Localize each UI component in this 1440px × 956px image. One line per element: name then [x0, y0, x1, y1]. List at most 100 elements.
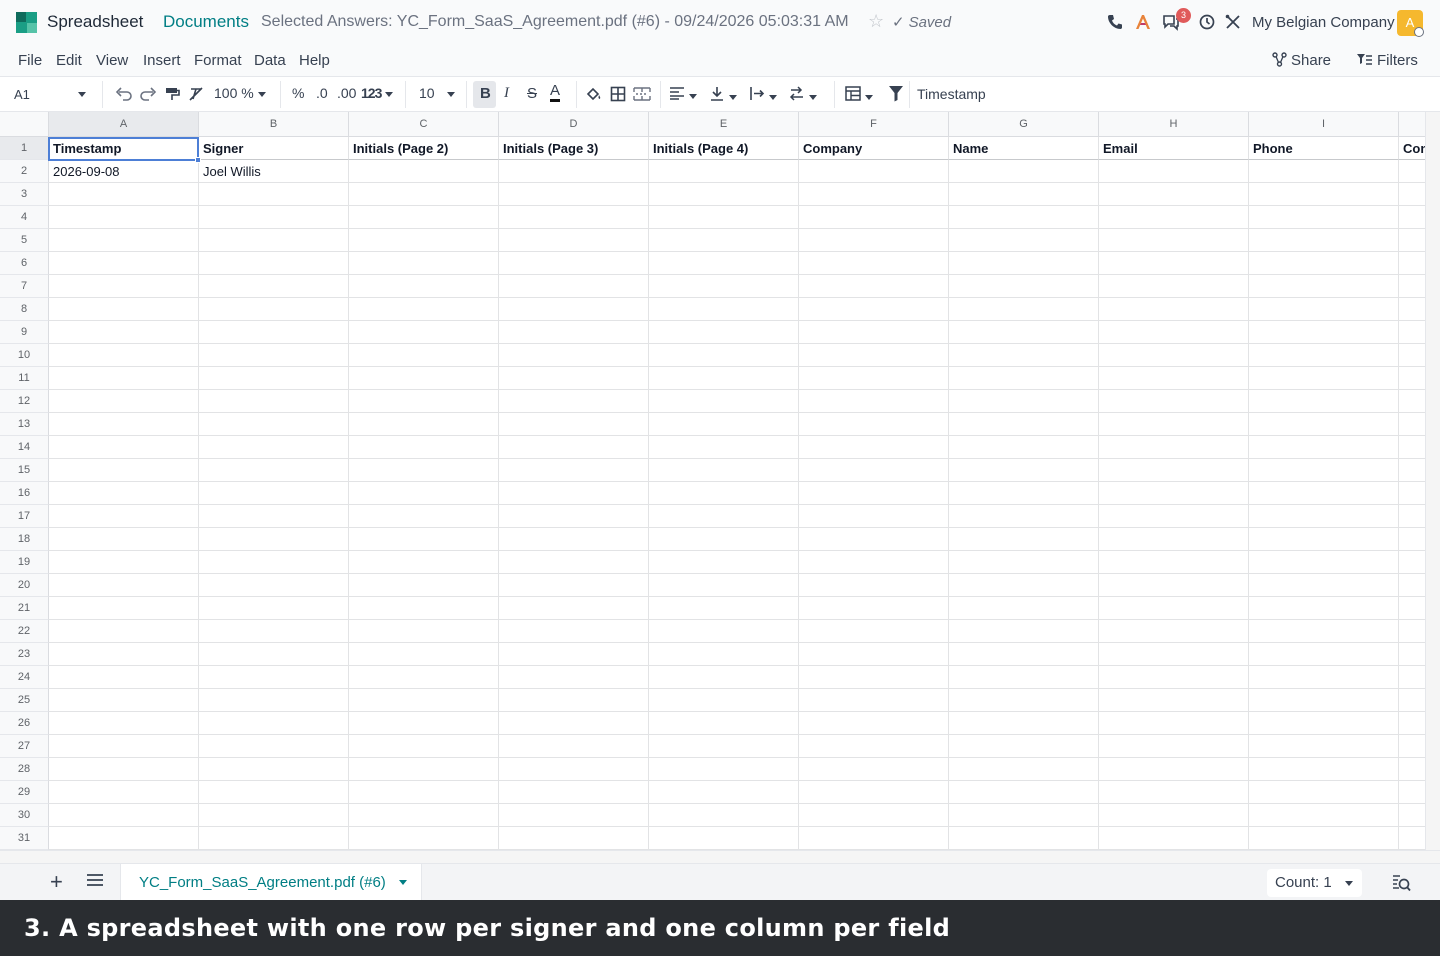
empty-cell[interactable] [949, 735, 1099, 758]
empty-cell[interactable] [1249, 597, 1399, 620]
empty-cell[interactable] [349, 712, 499, 735]
paint-format-icon[interactable] [164, 86, 180, 102]
data-cell[interactable] [949, 160, 1099, 183]
menu-file[interactable]: File [18, 52, 42, 69]
empty-cell[interactable] [199, 827, 349, 850]
empty-cell[interactable] [199, 229, 349, 252]
empty-cell[interactable] [349, 482, 499, 505]
empty-cell[interactable] [499, 229, 649, 252]
empty-cell[interactable] [499, 620, 649, 643]
row-header[interactable]: 29 [0, 781, 49, 804]
empty-cell[interactable] [499, 482, 649, 505]
empty-cell[interactable] [649, 367, 799, 390]
empty-cell[interactable] [1099, 689, 1249, 712]
empty-cell[interactable] [799, 827, 949, 850]
empty-cell[interactable] [49, 758, 199, 781]
empty-cell[interactable] [49, 183, 199, 206]
decrease-decimals-button[interactable]: .0 [316, 85, 328, 101]
empty-cell[interactable] [949, 298, 1099, 321]
empty-cell[interactable] [349, 804, 499, 827]
empty-cell[interactable] [649, 275, 799, 298]
row-header[interactable]: 23 [0, 643, 49, 666]
row-header[interactable]: 16 [0, 482, 49, 505]
empty-cell[interactable] [1249, 758, 1399, 781]
empty-cell[interactable] [649, 390, 799, 413]
add-sheet-button[interactable]: + [50, 870, 63, 894]
empty-cell[interactable] [799, 620, 949, 643]
empty-cell[interactable] [799, 758, 949, 781]
empty-cell[interactable] [1249, 505, 1399, 528]
empty-cell[interactable] [349, 643, 499, 666]
empty-cell[interactable] [649, 321, 799, 344]
empty-cell[interactable] [499, 781, 649, 804]
menu-insert[interactable]: Insert [143, 52, 181, 69]
row-header[interactable]: 18 [0, 528, 49, 551]
empty-cell[interactable] [349, 758, 499, 781]
empty-cell[interactable] [1399, 183, 1425, 206]
empty-cell[interactable] [949, 436, 1099, 459]
empty-cell[interactable] [1399, 574, 1425, 597]
empty-cell[interactable] [1099, 252, 1249, 275]
empty-cell[interactable] [199, 206, 349, 229]
empty-cell[interactable] [349, 229, 499, 252]
empty-cell[interactable] [649, 597, 799, 620]
chevron-down-icon[interactable] [399, 880, 407, 885]
empty-cell[interactable] [799, 183, 949, 206]
empty-cell[interactable] [949, 367, 1099, 390]
empty-cell[interactable] [949, 781, 1099, 804]
app-name[interactable]: Spreadsheet [47, 12, 143, 32]
empty-cell[interactable] [499, 712, 649, 735]
empty-cell[interactable] [199, 252, 349, 275]
empty-cell[interactable] [349, 459, 499, 482]
empty-cell[interactable] [649, 574, 799, 597]
data-cell[interactable] [799, 160, 949, 183]
empty-cell[interactable] [799, 482, 949, 505]
empty-cell[interactable] [49, 574, 199, 597]
column-header[interactable]: C [349, 112, 499, 137]
row-header[interactable]: 9 [0, 321, 49, 344]
breadcrumb-documents[interactable]: Documents [163, 12, 249, 32]
empty-cell[interactable] [949, 712, 1099, 735]
strikethrough-button[interactable]: S [527, 85, 537, 102]
empty-cell[interactable] [799, 252, 949, 275]
empty-cell[interactable] [499, 597, 649, 620]
row-header[interactable]: 19 [0, 551, 49, 574]
empty-cell[interactable] [1099, 344, 1249, 367]
row-header[interactable]: 15 [0, 459, 49, 482]
empty-cell[interactable] [499, 275, 649, 298]
empty-cell[interactable] [949, 321, 1099, 344]
empty-cell[interactable] [49, 229, 199, 252]
borders-icon[interactable] [610, 86, 626, 102]
column-header[interactable]: G [949, 112, 1099, 137]
empty-cell[interactable] [1099, 505, 1249, 528]
empty-cell[interactable] [799, 597, 949, 620]
empty-cell[interactable] [349, 252, 499, 275]
empty-cell[interactable] [49, 367, 199, 390]
empty-cell[interactable] [949, 643, 1099, 666]
empty-cell[interactable] [1399, 643, 1425, 666]
empty-cell[interactable] [49, 597, 199, 620]
phone-icon[interactable] [1105, 12, 1125, 32]
tools-icon[interactable] [1223, 12, 1243, 32]
empty-cell[interactable] [1399, 206, 1425, 229]
empty-cell[interactable] [349, 505, 499, 528]
empty-cell[interactable] [349, 321, 499, 344]
data-cell[interactable] [349, 160, 499, 183]
empty-cell[interactable] [799, 574, 949, 597]
empty-cell[interactable] [199, 597, 349, 620]
empty-cell[interactable] [949, 229, 1099, 252]
row-header[interactable]: 1 [0, 137, 49, 160]
empty-cell[interactable] [199, 482, 349, 505]
percent-format-button[interactable]: % [292, 85, 304, 101]
empty-cell[interactable] [799, 735, 949, 758]
empty-cell[interactable] [1399, 390, 1425, 413]
increase-decimals-button[interactable]: .00 [337, 85, 356, 101]
empty-cell[interactable] [649, 804, 799, 827]
empty-cell[interactable] [799, 781, 949, 804]
empty-cell[interactable] [199, 712, 349, 735]
fill-handle[interactable] [195, 157, 201, 163]
empty-cell[interactable] [1249, 781, 1399, 804]
empty-cell[interactable] [1249, 344, 1399, 367]
empty-cell[interactable] [949, 804, 1099, 827]
empty-cell[interactable] [799, 298, 949, 321]
